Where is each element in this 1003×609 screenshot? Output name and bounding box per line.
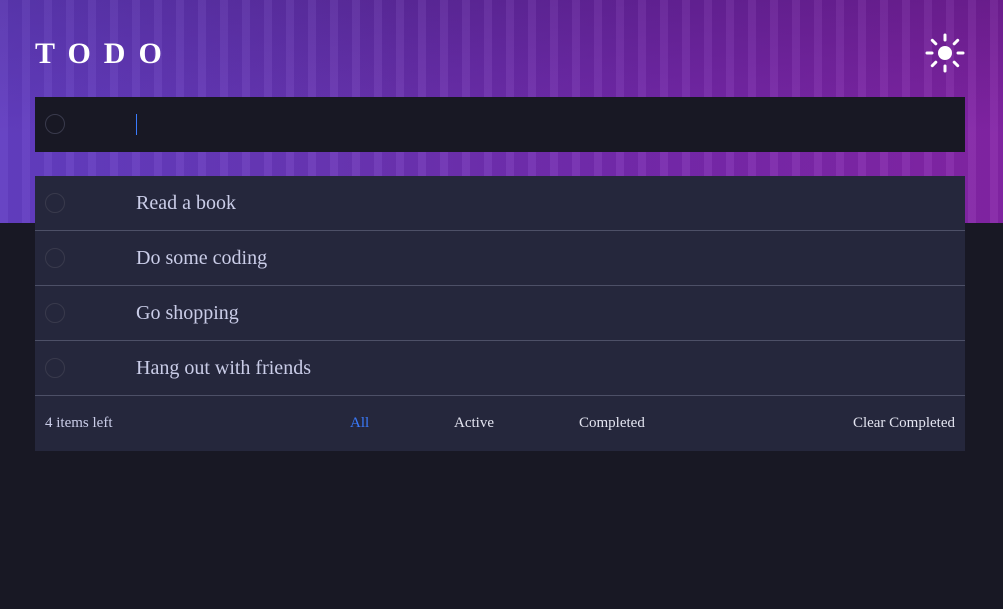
todo-text[interactable]: Read a book (136, 176, 236, 230)
todo-text[interactable]: Go shopping (136, 286, 239, 340)
todo-item[interactable]: Read a book (35, 176, 965, 231)
todo-check-circle[interactable] (45, 358, 65, 378)
new-todo-bar (35, 97, 965, 152)
items-left-count: 4 items left (45, 415, 113, 431)
todo-footer: 4 items left All Active Completed Clear … (35, 396, 965, 451)
todo-text[interactable]: Hang out with friends (136, 341, 311, 395)
todo-item[interactable]: Do some coding (35, 231, 965, 286)
todo-check-circle[interactable] (45, 248, 65, 268)
new-todo-input[interactable] (136, 111, 936, 138)
todo-list: Read a book Do some coding Go shopping H… (35, 176, 965, 451)
todo-check-circle[interactable] (45, 303, 65, 323)
theme-toggle-button[interactable] (925, 33, 965, 73)
sun-icon (925, 33, 965, 73)
text-cursor (136, 114, 137, 135)
clear-completed-button[interactable]: Clear Completed (853, 396, 955, 451)
app-title: TODO (35, 37, 175, 70)
new-todo-check-circle[interactable] (45, 114, 65, 134)
todo-check-circle[interactable] (45, 193, 65, 213)
app-header: TODO (35, 33, 965, 73)
todo-text[interactable]: Do some coding (136, 231, 267, 285)
filter-completed-button[interactable]: Completed (579, 396, 645, 451)
todo-item[interactable]: Go shopping (35, 286, 965, 341)
todo-item[interactable]: Hang out with friends (35, 341, 965, 396)
filter-all-button[interactable]: All (350, 396, 369, 451)
filter-active-button[interactable]: Active (454, 396, 494, 451)
